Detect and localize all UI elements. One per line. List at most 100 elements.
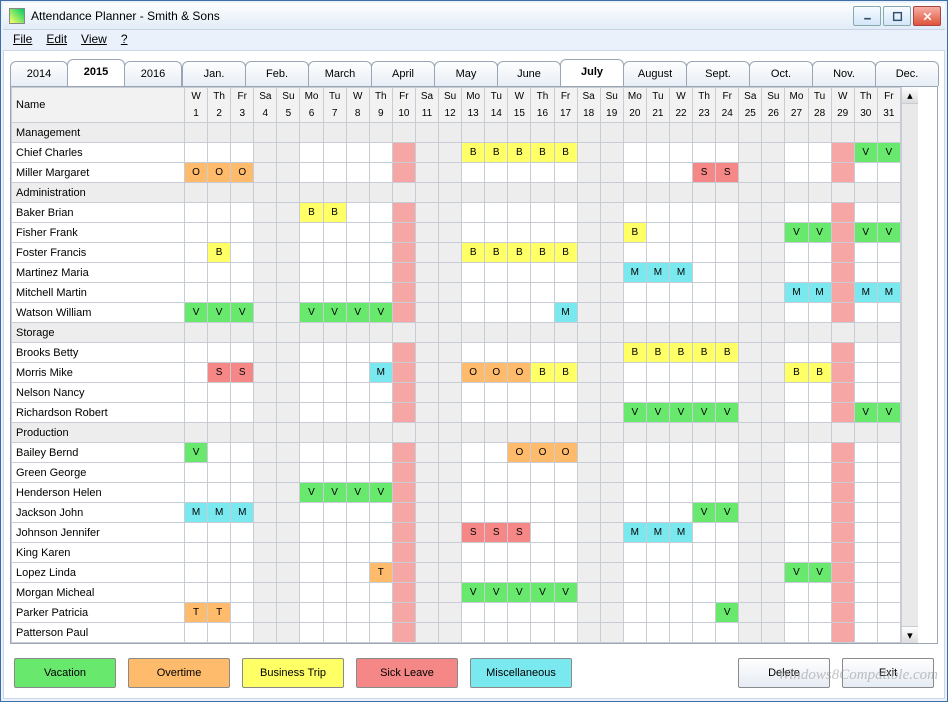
day-cell[interactable] xyxy=(277,503,300,523)
day-cell[interactable] xyxy=(554,203,577,223)
day-cell[interactable] xyxy=(693,283,716,303)
day-cell[interactable] xyxy=(693,263,716,283)
menu-view[interactable]: View xyxy=(81,32,107,46)
day-cell[interactable] xyxy=(854,383,877,403)
day-cell[interactable] xyxy=(693,483,716,503)
day-cell[interactable] xyxy=(185,263,208,283)
day-cell[interactable] xyxy=(369,343,392,363)
day-cell[interactable] xyxy=(762,583,785,603)
day-cell[interactable] xyxy=(762,263,785,283)
day-cell[interactable] xyxy=(185,483,208,503)
day-cell[interactable] xyxy=(531,483,554,503)
day-cell[interactable] xyxy=(554,343,577,363)
day-cell[interactable] xyxy=(254,343,277,363)
maximize-button[interactable] xyxy=(883,6,911,26)
day-cell[interactable]: V xyxy=(531,583,554,603)
day-cell[interactable] xyxy=(854,623,877,643)
day-cell[interactable] xyxy=(439,483,462,503)
day-cell[interactable] xyxy=(669,203,692,223)
day-cell[interactable]: S xyxy=(716,163,739,183)
day-cell[interactable] xyxy=(716,563,739,583)
day-cell[interactable] xyxy=(439,303,462,323)
day-cell[interactable] xyxy=(508,163,531,183)
day-cell[interactable] xyxy=(785,503,808,523)
day-cell[interactable] xyxy=(854,443,877,463)
day-cell[interactable] xyxy=(346,603,369,623)
day-cell[interactable] xyxy=(693,303,716,323)
day-cell[interactable] xyxy=(508,543,531,563)
day-cell[interactable] xyxy=(392,483,415,503)
day-cell[interactable] xyxy=(577,603,600,623)
day-cell[interactable] xyxy=(208,523,231,543)
day-cell[interactable] xyxy=(415,523,438,543)
day-cell[interactable] xyxy=(369,523,392,543)
day-cell[interactable]: V xyxy=(785,223,808,243)
day-cell[interactable] xyxy=(462,503,485,523)
day-cell[interactable]: S xyxy=(693,163,716,183)
day-cell[interactable]: V xyxy=(693,403,716,423)
day-cell[interactable] xyxy=(277,363,300,383)
day-cell[interactable] xyxy=(531,283,554,303)
day-cell[interactable] xyxy=(208,563,231,583)
day-cell[interactable] xyxy=(877,483,900,503)
day-cell[interactable] xyxy=(254,163,277,183)
day-cell[interactable] xyxy=(831,143,854,163)
day-cell[interactable]: V xyxy=(323,303,346,323)
day-cell[interactable] xyxy=(808,543,831,563)
day-cell[interactable] xyxy=(739,243,762,263)
day-cell[interactable] xyxy=(346,563,369,583)
day-cell[interactable] xyxy=(185,383,208,403)
day-cell[interactable] xyxy=(554,223,577,243)
day-cell[interactable] xyxy=(877,603,900,623)
day-cell[interactable] xyxy=(462,283,485,303)
day-cell[interactable] xyxy=(831,283,854,303)
day-cell[interactable] xyxy=(716,463,739,483)
day-cell[interactable] xyxy=(369,223,392,243)
day-cell[interactable] xyxy=(277,403,300,423)
day-cell[interactable] xyxy=(485,443,508,463)
day-cell[interactable] xyxy=(739,443,762,463)
day-cell[interactable] xyxy=(277,603,300,623)
day-cell[interactable] xyxy=(485,563,508,583)
day-cell[interactable]: B xyxy=(554,143,577,163)
day-cell[interactable] xyxy=(554,603,577,623)
day-cell[interactable]: B xyxy=(300,203,323,223)
day-cell[interactable] xyxy=(785,263,808,283)
day-cell[interactable] xyxy=(185,143,208,163)
day-cell[interactable] xyxy=(462,403,485,423)
day-cell[interactable] xyxy=(831,303,854,323)
person-row[interactable]: Lopez LindaTVV xyxy=(12,563,901,583)
day-cell[interactable] xyxy=(300,363,323,383)
day-cell[interactable]: M xyxy=(669,263,692,283)
day-cell[interactable] xyxy=(277,623,300,643)
day-cell[interactable] xyxy=(369,503,392,523)
day-cell[interactable] xyxy=(808,403,831,423)
day-cell[interactable] xyxy=(208,623,231,643)
day-cell[interactable] xyxy=(808,263,831,283)
day-cell[interactable] xyxy=(485,343,508,363)
day-cell[interactable] xyxy=(739,383,762,403)
day-cell[interactable] xyxy=(831,403,854,423)
day-cell[interactable] xyxy=(439,203,462,223)
day-cell[interactable] xyxy=(392,303,415,323)
day-cell[interactable] xyxy=(577,583,600,603)
day-cell[interactable] xyxy=(300,223,323,243)
day-cell[interactable]: O xyxy=(508,443,531,463)
day-cell[interactable] xyxy=(577,143,600,163)
day-cell[interactable]: V xyxy=(369,303,392,323)
day-cell[interactable] xyxy=(669,543,692,563)
day-cell[interactable] xyxy=(854,463,877,483)
day-cell[interactable]: B xyxy=(669,343,692,363)
day-cell[interactable]: M xyxy=(554,303,577,323)
day-cell[interactable]: M xyxy=(785,283,808,303)
day-cell[interactable] xyxy=(577,223,600,243)
day-cell[interactable]: V xyxy=(346,483,369,503)
day-cell[interactable] xyxy=(716,623,739,643)
day-cell[interactable] xyxy=(808,343,831,363)
day-cell[interactable] xyxy=(254,383,277,403)
day-cell[interactable] xyxy=(854,603,877,623)
day-cell[interactable]: M xyxy=(877,283,900,303)
day-cell[interactable] xyxy=(600,503,623,523)
day-cell[interactable] xyxy=(854,503,877,523)
day-cell[interactable] xyxy=(323,463,346,483)
